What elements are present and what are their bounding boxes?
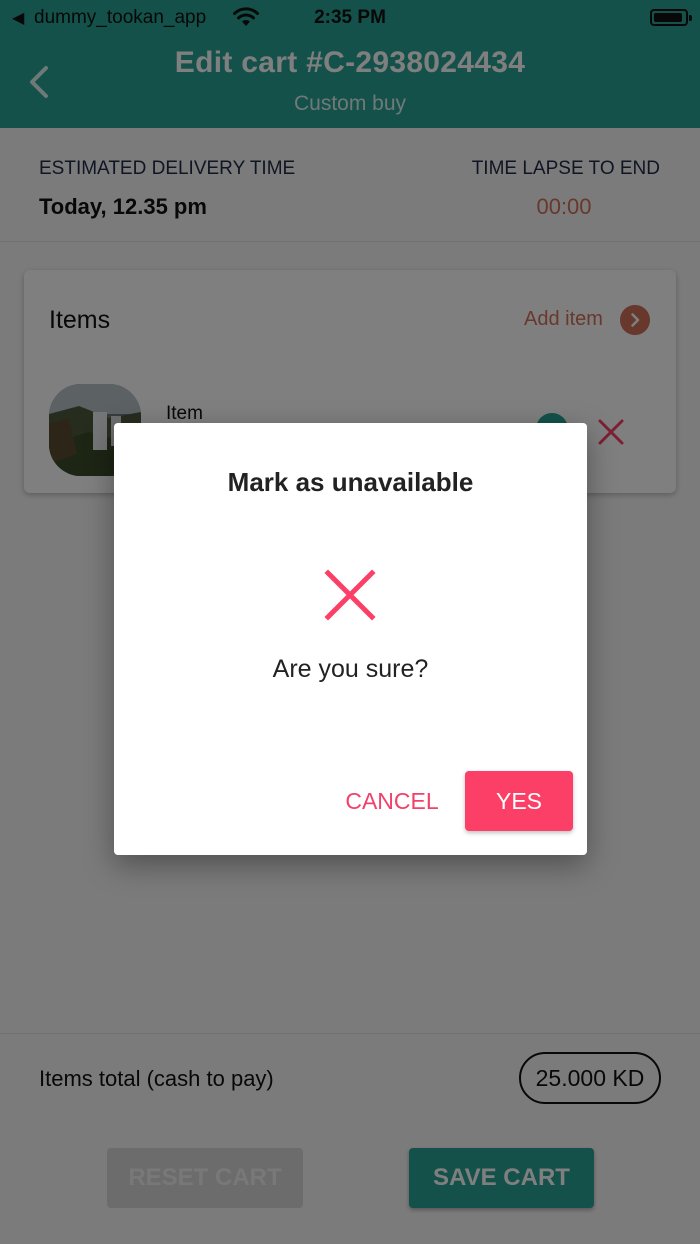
dialog-message: Are you sure? [272,655,429,683]
yes-button[interactable]: YES [465,771,573,831]
cancel-button[interactable]: CANCEL [334,771,450,831]
mark-unavailable-dialog: Mark as unavailable Are you sure? CANCEL… [114,423,587,855]
close-icon [324,569,376,621]
dialog-title: Mark as unavailable [227,467,474,497]
